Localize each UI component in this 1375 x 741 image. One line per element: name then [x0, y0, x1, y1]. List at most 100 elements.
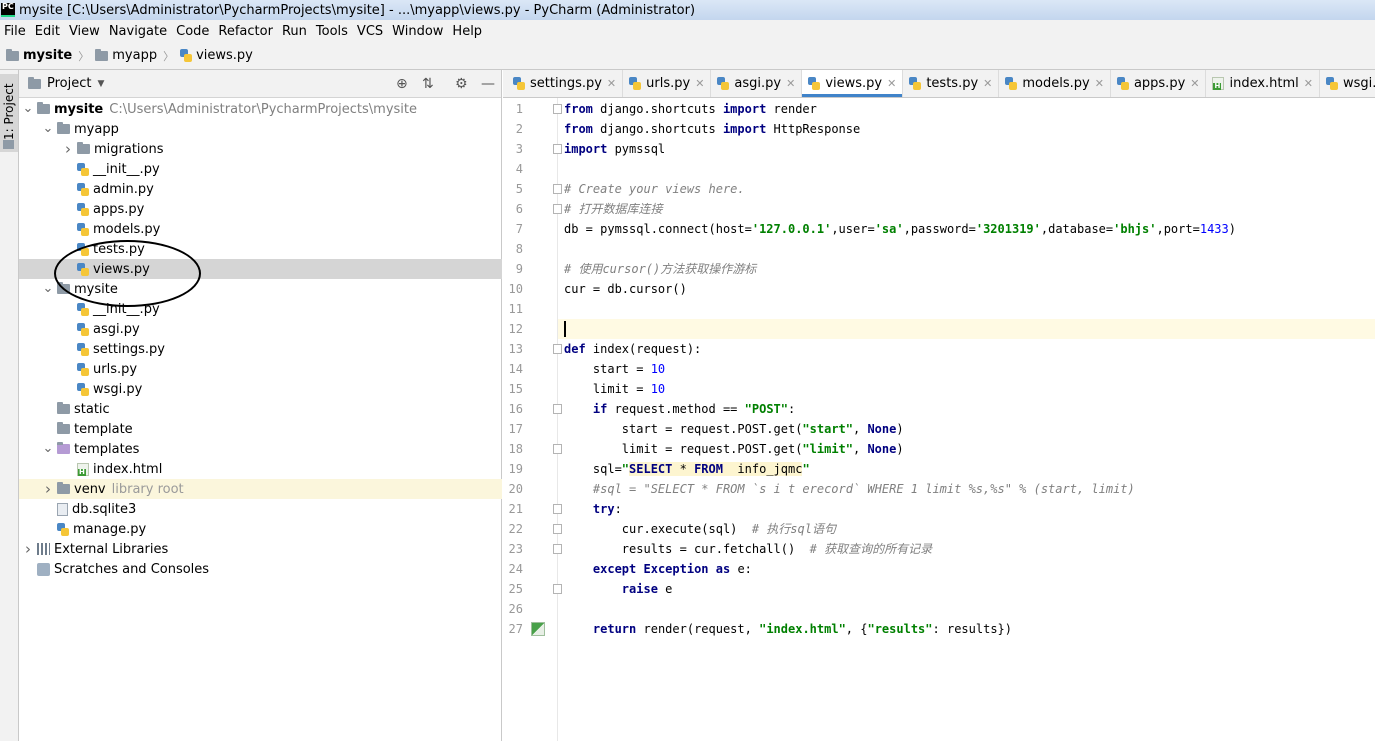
editor-tab[interactable]: urls.py ✕ [623, 70, 712, 97]
editor-tab[interactable]: views.py ✕ [802, 70, 904, 97]
code-line[interactable]: # 使用cursor()方法获取操作游标 [558, 259, 1375, 279]
tree-item[interactable]: apps.py [19, 199, 502, 219]
code-line[interactable]: # 打开数据库连接 [558, 199, 1375, 219]
tree-item-label: models.py [93, 221, 161, 237]
run-html-icon[interactable] [531, 622, 545, 636]
editor-tab[interactable]: apps.py ✕ [1111, 70, 1207, 97]
menu-window[interactable]: Window [388, 24, 447, 39]
gear-icon[interactable]: ⚙ [455, 77, 468, 91]
code-line[interactable]: limit = 10 [558, 379, 1375, 399]
code-line[interactable]: def index(request): [558, 339, 1375, 359]
tree-item[interactable]: template [19, 419, 502, 439]
menu-run[interactable]: Run [278, 24, 311, 39]
close-icon[interactable]: ✕ [887, 77, 896, 90]
code-line[interactable]: results = cur.fetchall() # 获取查询的所有记录 [558, 539, 1375, 559]
tree-item[interactable]: ⌄ myapp [19, 119, 502, 139]
menu-navigate[interactable]: Navigate [105, 24, 171, 39]
code-line[interactable]: start = request.POST.get("start", None) [558, 419, 1375, 439]
code-line[interactable]: limit = request.POST.get("limit", None) [558, 439, 1375, 459]
hide-icon[interactable]: — [481, 77, 495, 91]
collapse-all-icon[interactable]: ⇅ [422, 77, 434, 91]
code-token: except [592, 562, 637, 576]
tree-item[interactable]: › venv library root [19, 479, 502, 499]
menu-file[interactable]: File [0, 24, 30, 39]
chevron-right-icon[interactable]: › [61, 142, 75, 157]
menu-vcs[interactable]: VCS [353, 24, 387, 39]
editor-tab[interactable]: index.html ✕ [1206, 70, 1321, 97]
chevron-right-icon[interactable]: › [41, 482, 55, 497]
breadcrumb-folder[interactable]: myapp [95, 48, 157, 63]
code-line[interactable]: try: [558, 499, 1375, 519]
editor-tab[interactable]: settings.py ✕ [507, 70, 624, 97]
code-line[interactable]: from django.shortcuts import render [558, 99, 1375, 119]
code-token: HttpResponse [766, 122, 861, 136]
tree-item[interactable]: ⌄ mysite C:\Users\Administrator\PycharmPro… [19, 99, 502, 119]
menu-help[interactable]: Help [448, 24, 486, 39]
code-line[interactable]: raise e [558, 579, 1375, 599]
code-line[interactable]: import pymssql [558, 139, 1375, 159]
chevron-down-icon[interactable]: ▼ [97, 79, 104, 89]
editor-tab[interactable]: asgi.py ✕ [711, 70, 803, 97]
code-token: Exception [643, 562, 709, 576]
code-line[interactable]: cur = db.cursor() [558, 279, 1375, 299]
tree-item[interactable]: › migrations [19, 139, 502, 159]
chevron-down-icon[interactable]: ⌄ [41, 282, 55, 296]
code-line[interactable]: #sql = "SELECT * FROM `s i t erecord` WH… [558, 479, 1375, 499]
close-icon[interactable]: ✕ [786, 77, 795, 90]
chevron-right-icon[interactable]: › [21, 542, 35, 557]
code-line[interactable]: # Create your views here. [558, 179, 1375, 199]
menu-edit[interactable]: Edit [31, 24, 64, 39]
code-line[interactable] [558, 239, 1375, 259]
editor-tab[interactable]: models.py ✕ [999, 70, 1111, 97]
tree-item[interactable]: index.html [19, 459, 502, 479]
code-area[interactable]: from django.shortcuts import render from … [558, 98, 1375, 741]
code-line[interactable]: from django.shortcuts import HttpRespons… [558, 119, 1375, 139]
close-icon[interactable]: ✕ [607, 77, 616, 90]
project-tool-tab[interactable]: 1: Project [0, 74, 18, 152]
close-icon[interactable]: ✕ [1304, 77, 1313, 90]
menu-refactor[interactable]: Refactor [214, 24, 277, 39]
code-line[interactable] [558, 299, 1375, 319]
code-token: import [722, 122, 767, 136]
chevron-down-icon[interactable]: ⌄ [21, 102, 35, 116]
locate-icon[interactable]: ⊕ [396, 77, 408, 91]
project-panel-title[interactable]: Project [47, 76, 91, 91]
close-icon[interactable]: ✕ [983, 77, 992, 90]
tree-item[interactable]: Scratches and Consoles [19, 559, 502, 579]
code-line[interactable]: sql="SELECT * FROM info_jqmc" [558, 459, 1375, 479]
code-line[interactable]: start = 10 [558, 359, 1375, 379]
tree-item[interactable]: static [19, 399, 502, 419]
code-line[interactable] [558, 319, 1375, 339]
editor-tab[interactable]: tests.py ✕ [903, 70, 1000, 97]
close-icon[interactable]: ✕ [1095, 77, 1104, 90]
menu-tools[interactable]: Tools [312, 24, 352, 39]
breadcrumb-project[interactable]: mysite [6, 48, 72, 63]
line-number: 7 [515, 222, 523, 236]
tree-item[interactable]: › External Libraries [19, 539, 502, 559]
code-line[interactable]: return render(request, "index.html", {"r… [558, 619, 1375, 639]
code-line[interactable] [558, 599, 1375, 619]
code-line[interactable]: except Exception as e: [558, 559, 1375, 579]
tree-item[interactable]: db.sqlite3 [19, 499, 502, 519]
menu-code[interactable]: Code [172, 24, 213, 39]
tree-item[interactable]: __init__.py [19, 159, 502, 179]
tree-item[interactable]: admin.py [19, 179, 502, 199]
menu-view[interactable]: View [65, 24, 104, 39]
editor-tab[interactable]: wsgi.py✕ [1320, 70, 1375, 97]
breadcrumb-file[interactable]: views.py [180, 48, 253, 63]
chevron-down-icon[interactable]: ⌄ [41, 442, 55, 456]
close-icon[interactable]: ✕ [1190, 77, 1199, 90]
tree-item[interactable]: models.py [19, 219, 502, 239]
code-line[interactable]: if request.method == "POST": [558, 399, 1375, 419]
tree-item[interactable]: urls.py [19, 359, 502, 379]
close-icon[interactable]: ✕ [695, 77, 704, 90]
code-line[interactable]: cur.execute(sql) # 执行sql语句 [558, 519, 1375, 539]
code-line[interactable] [558, 159, 1375, 179]
tree-item[interactable]: wsgi.py [19, 379, 502, 399]
tree-item[interactable]: asgi.py [19, 319, 502, 339]
tree-item[interactable]: settings.py [19, 339, 502, 359]
chevron-down-icon[interactable]: ⌄ [41, 122, 55, 136]
tree-item[interactable]: manage.py [19, 519, 502, 539]
code-line[interactable]: db = pymssql.connect(host='127.0.0.1',us… [558, 219, 1375, 239]
tree-item[interactable]: ⌄ templates [19, 439, 502, 459]
